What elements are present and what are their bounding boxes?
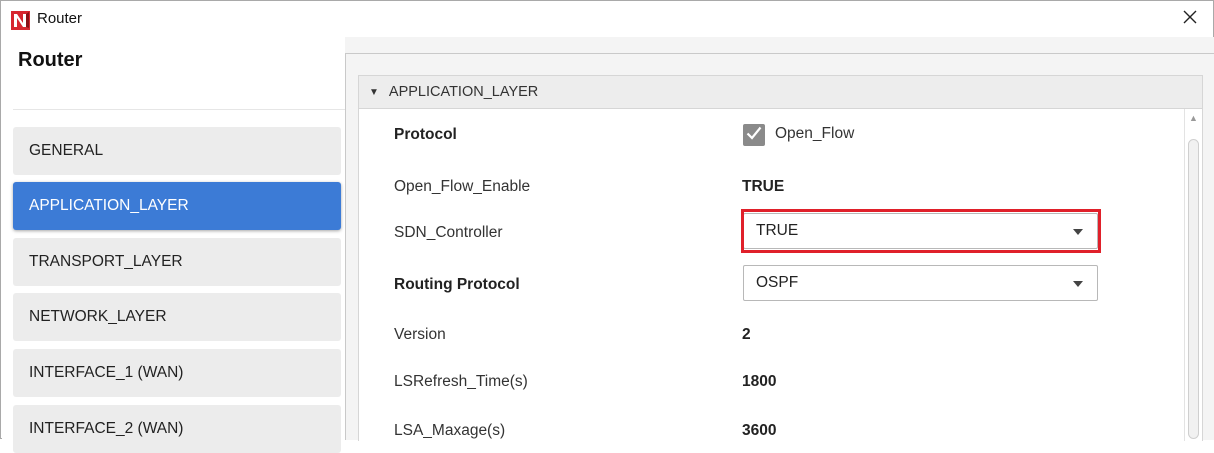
sidebar-item-general[interactable]: GENERAL [13, 127, 341, 175]
property-value-open-flow-enable: TRUE [742, 178, 785, 195]
open-flow-checkbox-label: Open_Flow [775, 125, 855, 142]
property-label-sdn-controller: SDN_Controller [394, 224, 503, 241]
vertical-scrollbar[interactable]: ▲ [1184, 109, 1203, 441]
panel-top-gutter [345, 37, 1214, 53]
close-icon [1183, 10, 1197, 29]
open-flow-checkbox[interactable] [743, 124, 765, 146]
netsim-logo-icon [11, 11, 30, 30]
router-properties-window: Router Router GENERAL APPLICATION_LAYER … [0, 0, 1214, 453]
window-title: Router [37, 10, 83, 27]
routing-protocol-value: OSPF [756, 274, 799, 291]
sidebar-item-interface-2-wan[interactable]: INTERFACE_2 (WAN) [13, 405, 341, 453]
sidebar-item-transport-layer[interactable]: TRANSPORT_LAYER [13, 238, 341, 286]
chevron-down-icon [1073, 281, 1083, 287]
property-value-lsa-maxage: 3600 [742, 422, 777, 439]
sidebar-title: Router [18, 49, 83, 71]
check-icon [746, 126, 762, 145]
property-value-version: 2 [742, 326, 751, 343]
property-label-protocol: Protocol [394, 126, 457, 143]
title-bar: Router [1, 1, 1213, 37]
properties-panel: ▼ APPLICATION_LAYER Protocol Open_Flow O… [345, 53, 1214, 441]
property-value-lsrefresh-time: 1800 [742, 373, 777, 390]
chevron-down-icon [1073, 229, 1083, 235]
property-label-lsrefresh-time: LSRefresh_Time(s) [394, 373, 528, 390]
scroll-up-icon[interactable]: ▲ [1189, 113, 1198, 123]
property-label-version: Version [394, 326, 446, 343]
close-button[interactable] [1167, 1, 1213, 37]
scrollbar-thumb[interactable] [1188, 139, 1199, 439]
routing-protocol-select[interactable]: OSPF [743, 265, 1098, 301]
properties-content: Protocol Open_Flow Open_Flow_Enable TRUE… [358, 109, 1185, 441]
triangle-down-icon: ▼ [369, 86, 379, 98]
section-title: APPLICATION_LAYER [388, 84, 539, 100]
section-header-application-layer[interactable]: ▼ APPLICATION_LAYER [358, 75, 1203, 109]
property-label-routing-protocol: Routing Protocol [394, 276, 520, 293]
property-label-open-flow-enable: Open_Flow_Enable [394, 178, 531, 195]
property-label-lsa-maxage: LSA_Maxage(s) [394, 422, 506, 439]
sidebar-item-interface-1-wan[interactable]: INTERFACE_1 (WAN) [13, 349, 341, 397]
sidebar-divider [13, 109, 345, 110]
sdn-controller-select[interactable]: TRUE [743, 213, 1098, 249]
sdn-controller-value: TRUE [756, 222, 799, 239]
sidebar-item-application-layer[interactable]: APPLICATION_LAYER [13, 182, 341, 230]
sidebar-item-network-layer[interactable]: NETWORK_LAYER [13, 293, 341, 341]
